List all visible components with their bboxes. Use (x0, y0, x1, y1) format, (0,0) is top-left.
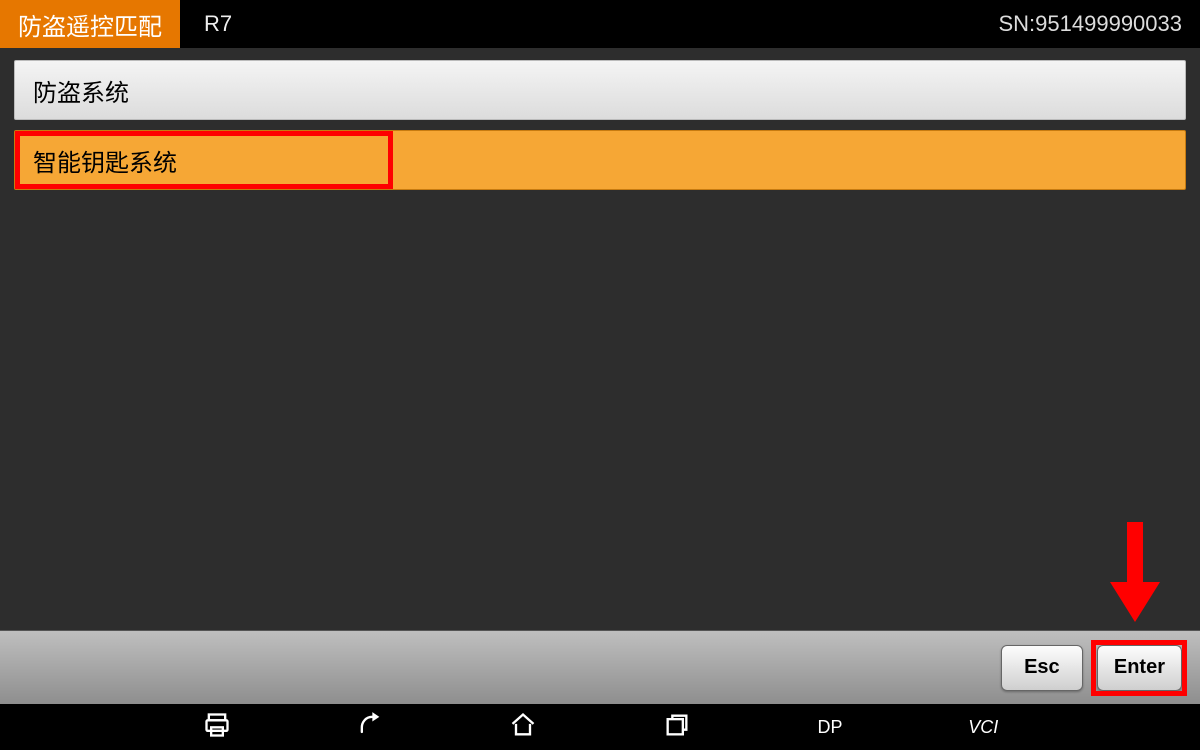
nav-back[interactable] (293, 704, 446, 750)
menu-item-label: 智能钥匙系统 (33, 143, 177, 178)
back-icon (356, 711, 384, 744)
nav-spacer (0, 704, 140, 750)
header-title-tab: 防盗遥控匹配 (0, 0, 180, 48)
nav-spacer (1060, 704, 1200, 750)
nav-print[interactable] (140, 704, 293, 750)
nav-recent[interactable] (600, 704, 753, 750)
enter-button-label: Enter (1114, 656, 1165, 678)
nav-home[interactable] (447, 704, 600, 750)
header-model: R7 (180, 0, 256, 48)
home-icon (509, 711, 537, 744)
nav-vci-label: VCI (968, 717, 998, 738)
recent-apps-icon (663, 711, 691, 744)
footer-bar: Esc Enter (0, 630, 1200, 704)
esc-button-label: Esc (1024, 656, 1060, 678)
enter-button[interactable]: Enter (1097, 645, 1182, 691)
header-model-text: R7 (204, 11, 232, 37)
nav-dp-label: DP (817, 717, 842, 738)
header-bar: 防盗遥控匹配 R7 SN:951499990033 (0, 0, 1200, 48)
main-content: 防盗系统 智能钥匙系统 (0, 48, 1200, 630)
header-serial: SN:951499990033 (981, 0, 1200, 48)
menu-item-smart-key-system[interactable]: 智能钥匙系统 (14, 130, 1186, 190)
nav-vci[interactable]: VCI (907, 704, 1060, 750)
annotation-arrow-down-icon (1110, 522, 1160, 622)
menu-item-antitheft-system[interactable]: 防盗系统 (14, 60, 1186, 120)
system-navbar: DP VCI (0, 704, 1200, 750)
nav-dp[interactable]: DP (753, 704, 906, 750)
header-serial-text: SN:951499990033 (999, 11, 1183, 37)
esc-button[interactable]: Esc (1001, 645, 1083, 691)
printer-icon (203, 711, 231, 744)
header-title-text: 防盗遥控匹配 (18, 7, 162, 42)
menu-item-label: 防盗系统 (33, 73, 129, 108)
